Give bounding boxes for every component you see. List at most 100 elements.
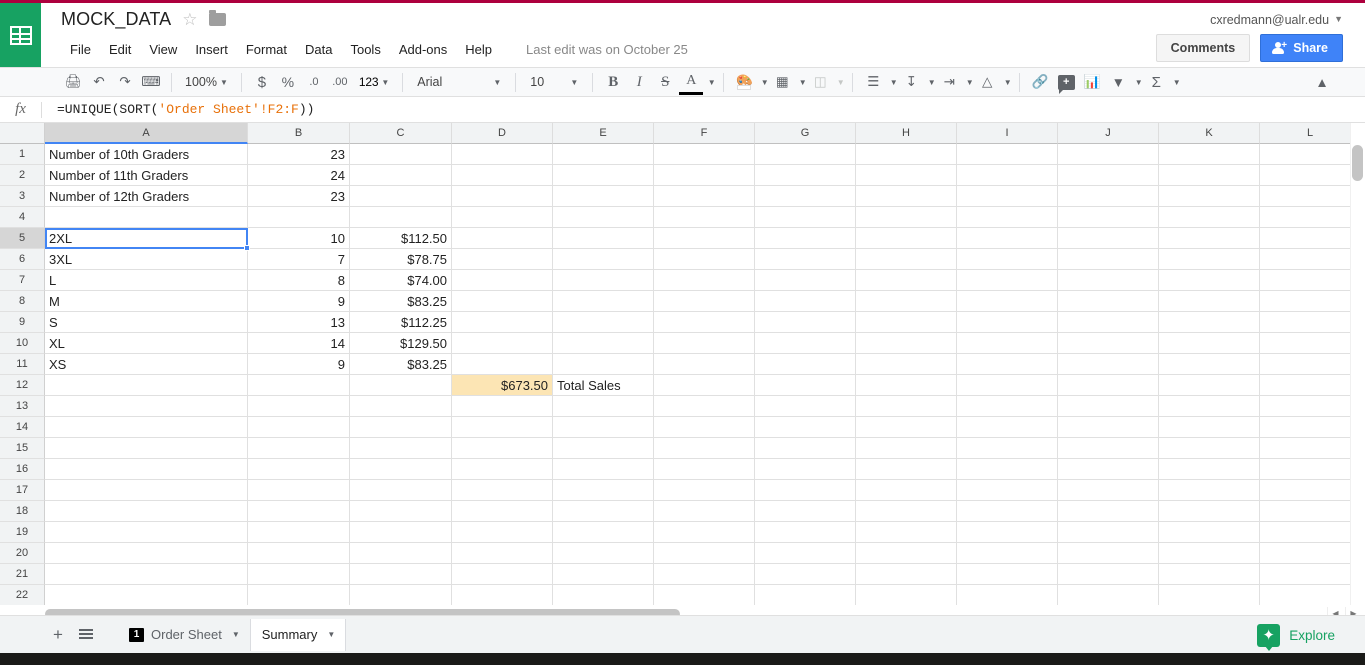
cell-h8[interactable] <box>856 291 957 312</box>
menu-format[interactable]: Format <box>237 39 296 60</box>
text-wrapping-dropdown[interactable]: ▼ <box>962 69 974 95</box>
cell-c14[interactable] <box>350 417 452 438</box>
cell-f17[interactable] <box>654 480 755 501</box>
cell-f3[interactable] <box>654 186 755 207</box>
cell-c20[interactable] <box>350 543 452 564</box>
row-header-8[interactable]: 8 <box>0 291 45 312</box>
cell-h16[interactable] <box>856 459 957 480</box>
folder-icon[interactable] <box>209 13 226 26</box>
cell-b14[interactable] <box>248 417 350 438</box>
cell-j16[interactable] <box>1058 459 1159 480</box>
column-header-g[interactable]: G <box>755 123 856 144</box>
cell-j5[interactable] <box>1058 228 1159 249</box>
share-button[interactable]: + Share <box>1260 34 1343 62</box>
cell-i1[interactable] <box>957 144 1058 165</box>
cell-f8[interactable] <box>654 291 755 312</box>
cell-d10[interactable] <box>452 333 553 354</box>
cell-b22[interactable] <box>248 585 350 605</box>
cell-i10[interactable] <box>957 333 1058 354</box>
cell-l14[interactable] <box>1260 417 1361 438</box>
cell-b13[interactable] <box>248 396 350 417</box>
cell-j14[interactable] <box>1058 417 1159 438</box>
cell-k19[interactable] <box>1159 522 1260 543</box>
cell-c16[interactable] <box>350 459 452 480</box>
functions-icon[interactable]: Σ <box>1143 69 1169 95</box>
cell-e10[interactable] <box>553 333 654 354</box>
cell-a9[interactable]: S <box>45 312 248 333</box>
paint-format-icon[interactable]: ⌨ <box>138 69 164 95</box>
sheets-logo[interactable] <box>0 3 41 67</box>
cell-d22[interactable] <box>452 585 553 605</box>
cell-e13[interactable] <box>553 396 654 417</box>
cell-g7[interactable] <box>755 270 856 291</box>
cell-d7[interactable] <box>452 270 553 291</box>
cell-f6[interactable] <box>654 249 755 270</box>
cell-d13[interactable] <box>452 396 553 417</box>
cell-l16[interactable] <box>1260 459 1361 480</box>
cell-a7[interactable]: L <box>45 270 248 291</box>
cell-g3[interactable] <box>755 186 856 207</box>
menu-view[interactable]: View <box>140 39 186 60</box>
cell-k8[interactable] <box>1159 291 1260 312</box>
cell-g11[interactable] <box>755 354 856 375</box>
cell-d2[interactable] <box>452 165 553 186</box>
cell-g10[interactable] <box>755 333 856 354</box>
cell-b5[interactable]: 10 <box>248 228 350 249</box>
cell-a2[interactable]: Number of 11th Graders <box>45 165 248 186</box>
cell-k10[interactable] <box>1159 333 1260 354</box>
decrease-decimal-icon[interactable]: .0 <box>301 69 327 95</box>
font-size-selector[interactable]: 10 ▼ <box>523 75 585 89</box>
cell-i7[interactable] <box>957 270 1058 291</box>
vertical-align-icon[interactable]: ↧ <box>898 69 924 95</box>
cell-f1[interactable] <box>654 144 755 165</box>
cell-f11[interactable] <box>654 354 755 375</box>
cell-c18[interactable] <box>350 501 452 522</box>
cell-b16[interactable] <box>248 459 350 480</box>
text-rotation-icon[interactable]: △ <box>974 69 1000 95</box>
cell-e6[interactable] <box>553 249 654 270</box>
cell-c13[interactable] <box>350 396 452 417</box>
cell-d3[interactable] <box>452 186 553 207</box>
cell-i15[interactable] <box>957 438 1058 459</box>
cell-k12[interactable] <box>1159 375 1260 396</box>
cell-h11[interactable] <box>856 354 957 375</box>
column-header-b[interactable]: B <box>248 123 350 144</box>
cell-j21[interactable] <box>1058 564 1159 585</box>
cell-c3[interactable] <box>350 186 452 207</box>
horizontal-align-dropdown[interactable]: ▼ <box>886 69 898 95</box>
cell-d16[interactable] <box>452 459 553 480</box>
menu-add-ons[interactable]: Add-ons <box>390 39 456 60</box>
percent-format-icon[interactable]: % <box>275 69 301 95</box>
cell-d20[interactable] <box>452 543 553 564</box>
cell-k18[interactable] <box>1159 501 1260 522</box>
cell-b21[interactable] <box>248 564 350 585</box>
sheet-tab-summary[interactable]: Summary▼ <box>251 619 347 651</box>
cell-e20[interactable] <box>553 543 654 564</box>
cell-c8[interactable]: $83.25 <box>350 291 452 312</box>
cell-e9[interactable] <box>553 312 654 333</box>
cell-f15[interactable] <box>654 438 755 459</box>
cell-l9[interactable] <box>1260 312 1361 333</box>
cell-i8[interactable] <box>957 291 1058 312</box>
bold-icon[interactable]: B <box>600 69 626 95</box>
cell-e16[interactable] <box>553 459 654 480</box>
row-header-15[interactable]: 15 <box>0 438 45 459</box>
cell-a20[interactable] <box>45 543 248 564</box>
vertical-scrollbar-thumb[interactable] <box>1352 145 1363 181</box>
cell-e8[interactable] <box>553 291 654 312</box>
cell-e4[interactable] <box>553 207 654 228</box>
column-header-a[interactable]: A <box>45 123 248 144</box>
cell-i2[interactable] <box>957 165 1058 186</box>
cell-b7[interactable]: 8 <box>248 270 350 291</box>
cell-g8[interactable] <box>755 291 856 312</box>
cell-h6[interactable] <box>856 249 957 270</box>
cell-g12[interactable] <box>755 375 856 396</box>
page-title[interactable]: MOCK_DATA <box>61 9 171 30</box>
cell-j10[interactable] <box>1058 333 1159 354</box>
cell-h20[interactable] <box>856 543 957 564</box>
row-header-10[interactable]: 10 <box>0 333 45 354</box>
cell-l19[interactable] <box>1260 522 1361 543</box>
cell-h14[interactable] <box>856 417 957 438</box>
chevron-up-icon[interactable]: ▲ <box>1309 69 1335 95</box>
cell-a6[interactable]: 3XL <box>45 249 248 270</box>
